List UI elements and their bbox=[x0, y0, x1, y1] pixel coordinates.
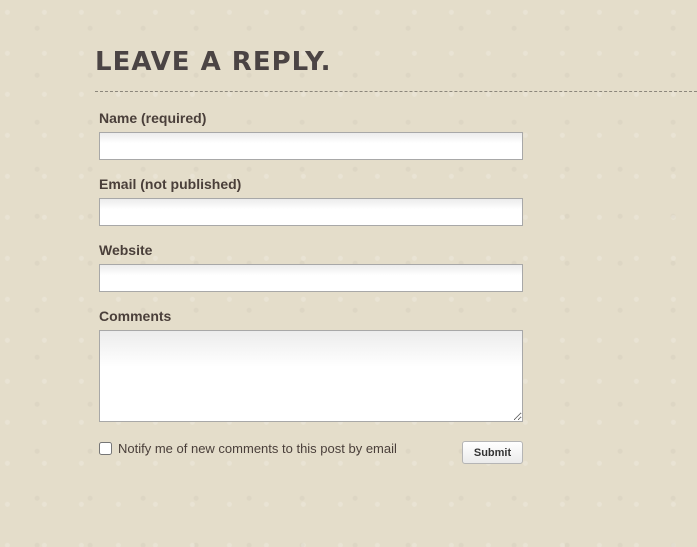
comments-textarea[interactable] bbox=[99, 330, 523, 422]
notify-checkbox[interactable] bbox=[99, 442, 112, 455]
website-label: Website bbox=[99, 242, 153, 258]
notify-label: Notify me of new comments to this post b… bbox=[118, 441, 397, 456]
name-label: Name (required) bbox=[99, 110, 207, 126]
email-label: Email (not published) bbox=[99, 176, 242, 192]
notify-option: Notify me of new comments to this post b… bbox=[99, 441, 397, 456]
website-field[interactable] bbox=[99, 264, 523, 292]
reply-heading: LEAVE A REPLY. bbox=[95, 47, 332, 77]
name-field[interactable] bbox=[99, 132, 523, 160]
email-field[interactable] bbox=[99, 198, 523, 226]
submit-button[interactable]: Submit bbox=[462, 441, 523, 464]
heading-divider bbox=[95, 91, 697, 92]
comments-label: Comments bbox=[99, 308, 172, 324]
